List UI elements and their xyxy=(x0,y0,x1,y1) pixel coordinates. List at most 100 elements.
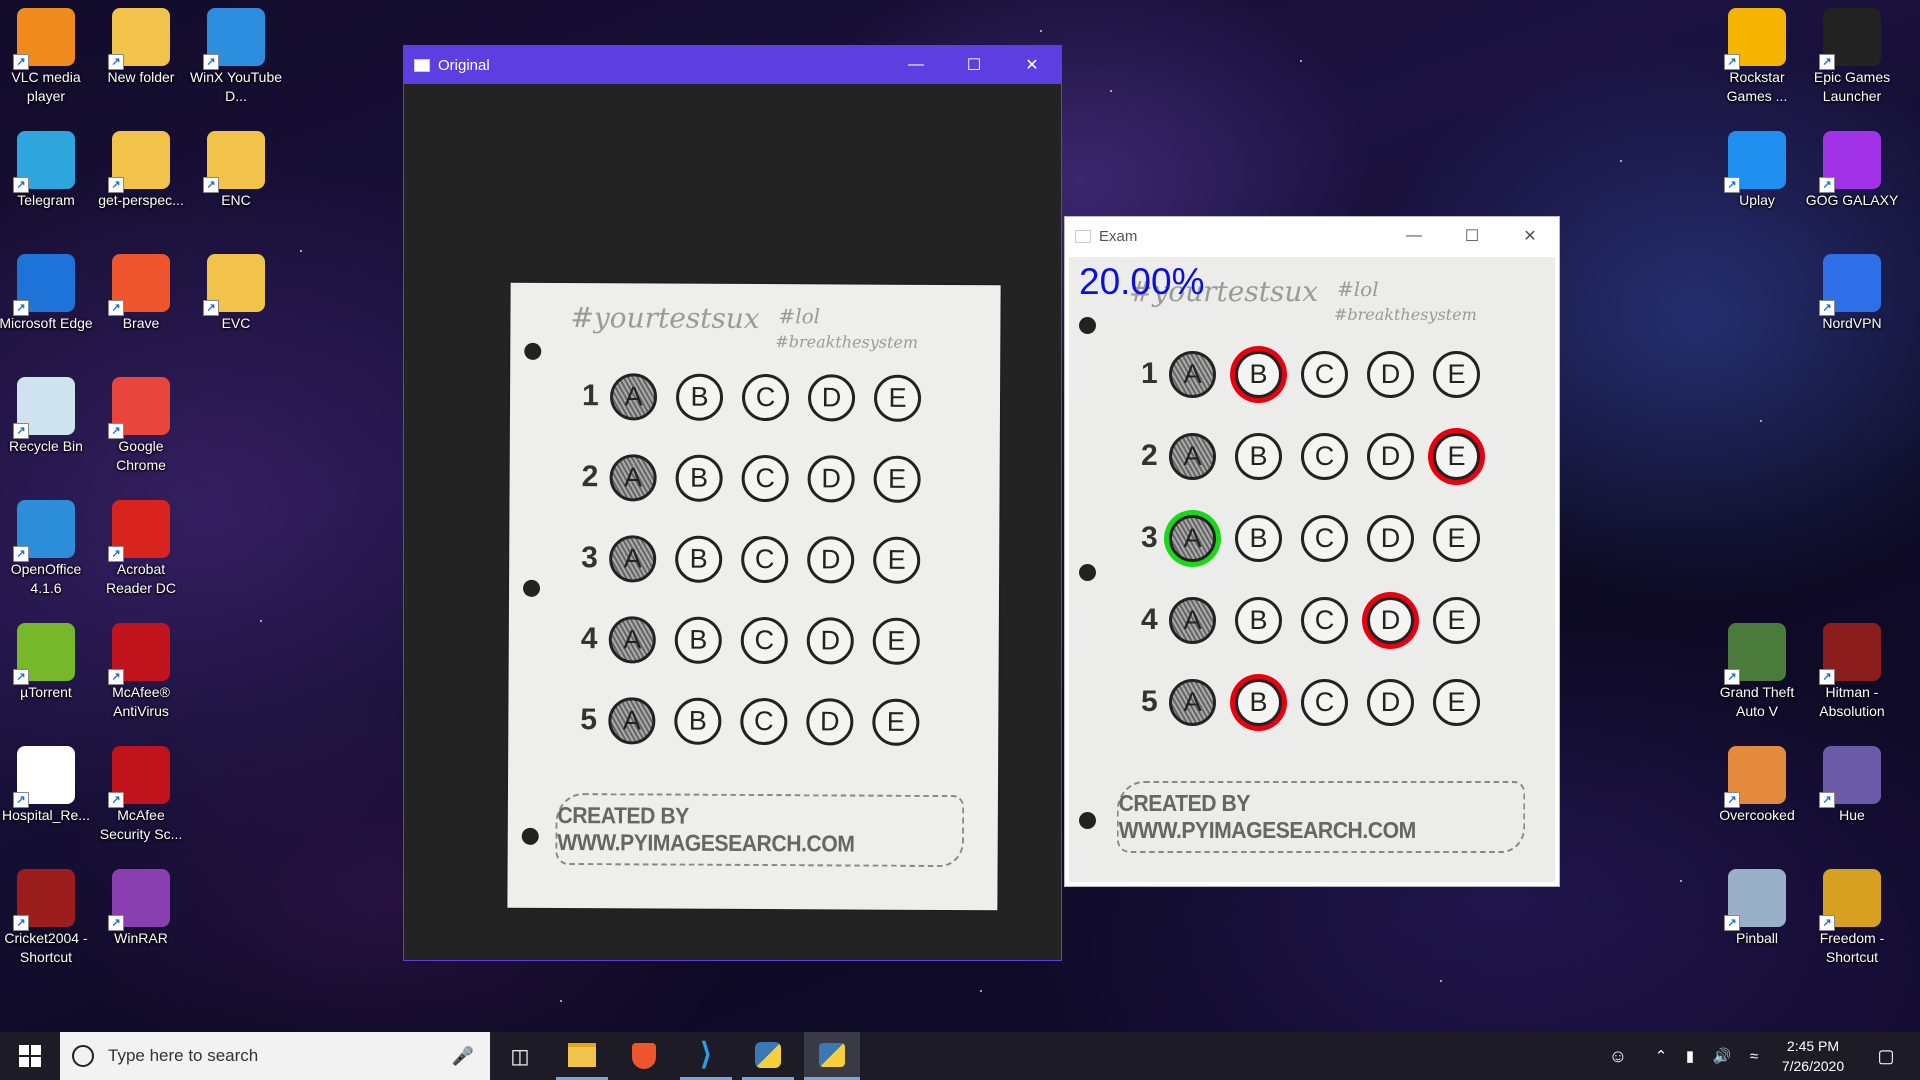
search-box[interactable]: Type here to search 🎤 xyxy=(60,1032,490,1080)
desktop-icon[interactable]: ↗ Hue xyxy=(1805,740,1899,838)
footer-credit: CREATED BY WWW.PYIMAGESEARCH.COM xyxy=(555,792,965,868)
original-titlebar[interactable]: Original — ☐ ✕ xyxy=(404,46,1061,84)
desktop-icon[interactable]: ↗ Hospital_Re... xyxy=(0,740,93,838)
shortcut-arrow-icon: ↗ xyxy=(108,669,124,685)
overcooked-chef-icon: ↗ xyxy=(1724,746,1786,808)
taskbar-app-python-window[interactable] xyxy=(804,1032,860,1080)
clock[interactable]: 2:45 PM 7/26/2020 xyxy=(1772,1032,1854,1080)
desktop-icon[interactable]: ↗ WinX YouTube D... xyxy=(189,2,283,104)
maximize-button[interactable]: ☐ xyxy=(945,46,1003,84)
original-window[interactable]: Original — ☐ ✕ #yourtestsux #lol #breakthe… xyxy=(403,45,1062,961)
taskbar-app-python-idle[interactable] xyxy=(742,1032,794,1080)
battery-icon[interactable]: ▮ xyxy=(1676,1032,1704,1080)
taskbar-app-brave[interactable] xyxy=(618,1032,670,1080)
taskbar-app-file-explorer[interactable] xyxy=(556,1032,608,1080)
alignment-dot xyxy=(1079,812,1096,829)
answer-bubble: D xyxy=(1367,679,1414,726)
question-number: 2 xyxy=(1141,439,1158,472)
answer-bubble: A xyxy=(609,454,657,502)
window-app-icon xyxy=(1075,229,1091,243)
desktop-icon[interactable]: ↗ OpenOffice 4.1.6 xyxy=(0,494,93,596)
desktop-icon-label: Freedom - Shortcut xyxy=(1819,930,1885,965)
answer-bubble: D xyxy=(807,536,855,584)
desktop-icon[interactable]: ↗ NordVPN xyxy=(1805,248,1899,346)
answer-bubble: E xyxy=(1433,515,1480,562)
desktop-icon[interactable]: ↗ Grand Theft Auto V xyxy=(1710,617,1804,719)
shortcut-arrow-icon: ↗ xyxy=(108,792,124,808)
desktop-icon[interactable]: ↗ Overcooked xyxy=(1710,740,1804,838)
exam-titlebar[interactable]: Exam — ☐ ✕ xyxy=(1065,217,1559,255)
minimize-button[interactable]: — xyxy=(887,46,945,84)
original-image-canvas: #yourtestsux #lol #breakthesystem 1 A B C D E 2 A B… xyxy=(404,84,1061,960)
answer-bubble: E xyxy=(1433,679,1480,726)
desktop-icon[interactable]: ↗ WinRAR xyxy=(94,863,188,961)
answer-bubble: B xyxy=(674,697,722,745)
desktop-icon[interactable]: ↗ Hitman - Absolution xyxy=(1805,617,1899,719)
question-number: 5 xyxy=(580,703,598,737)
search-placeholder: Type here to search xyxy=(108,1046,259,1065)
desktop-icon[interactable]: ↗ Telegram xyxy=(0,125,93,223)
shortcut-arrow-icon: ↗ xyxy=(1819,54,1835,70)
freedom-torch-icon: ↗ xyxy=(1819,869,1881,931)
alignment-dot xyxy=(521,827,539,845)
desktop-icon[interactable]: ↗ µTorrent xyxy=(0,617,93,715)
window-title: Original xyxy=(438,56,490,74)
desktop-icon[interactable]: ↗ Microsoft Edge xyxy=(0,248,93,346)
desktop-icon[interactable]: ↗ Recycle Bin xyxy=(0,371,93,469)
gta-v-icon: ↗ xyxy=(1724,623,1786,685)
pdf-folder-icon: ↗ xyxy=(203,131,265,193)
taskbar-app-vscode[interactable]: ⟩ xyxy=(680,1032,732,1080)
mcafee-shield-icon: ↗ xyxy=(108,623,170,685)
maximize-button[interactable]: ☐ xyxy=(1443,217,1501,255)
answer-bubble: B xyxy=(1235,433,1282,480)
shortcut-arrow-icon: ↗ xyxy=(13,423,29,439)
desktop-icon[interactable]: ↗ Epic Games Launcher xyxy=(1805,2,1899,104)
desktop-icon[interactable]: ↗ Cricket2004 - Shortcut xyxy=(0,863,93,965)
minimize-button[interactable]: — xyxy=(1385,217,1443,255)
answer-bubble: A xyxy=(1169,351,1216,398)
footer-credit: CREATED BY WWW.PYIMAGESEARCH.COM xyxy=(1116,781,1526,853)
desktop-icon[interactable]: ↗ get-perspec... xyxy=(94,125,188,223)
desktop-icon[interactable]: ↗ ENC xyxy=(189,125,283,223)
desktop-icon[interactable]: ↗ Brave xyxy=(94,248,188,346)
answer-bubble: E xyxy=(1433,597,1480,644)
desktop-icon[interactable]: ↗ EVC xyxy=(189,248,283,346)
desktop-icon[interactable]: ↗ GOG GALAXY xyxy=(1805,125,1899,223)
microphone-icon[interactable]: 🎤 xyxy=(452,1046,474,1067)
gog-galaxy-ring-icon: ↗ xyxy=(1819,131,1881,193)
pinball-icon: ↗ xyxy=(1724,869,1786,931)
notifications-icon[interactable]: ▢ xyxy=(1866,1032,1906,1080)
search-icon xyxy=(72,1045,94,1067)
desktop-icon[interactable]: ↗ Google Chrome xyxy=(94,371,188,473)
answer-bubble: B xyxy=(1235,351,1282,398)
desktop-icon[interactable]: ↗ Uplay xyxy=(1710,125,1804,223)
shortcut-arrow-icon: ↗ xyxy=(13,669,29,685)
shortcut-arrow-icon: ↗ xyxy=(108,423,124,439)
desktop-icon[interactable]: ↗ Freedom - Shortcut xyxy=(1805,863,1899,965)
desktop-icon[interactable]: ↗ Rockstar Games ... xyxy=(1710,2,1804,104)
handwritten-lol: #lol xyxy=(778,304,821,329)
exam-window[interactable]: Exam — ☐ ✕ #yourtestsux #lol #breakthesyst… xyxy=(1064,216,1560,887)
desktop-icon[interactable]: ↗ McAfee® AntiVirus xyxy=(94,617,188,719)
desktop-icon[interactable]: ↗ Acrobat Reader DC xyxy=(94,494,188,596)
desktop-icon-label: Hospital_Re... xyxy=(2,807,90,823)
people-icon[interactable]: ☺ xyxy=(1600,1032,1636,1080)
task-view-button[interactable]: ◫ xyxy=(496,1032,544,1080)
shortcut-arrow-icon: ↗ xyxy=(13,915,29,931)
close-button[interactable]: ✕ xyxy=(1501,217,1559,255)
desktop-icon-label: Hitman - Absolution xyxy=(1819,684,1885,719)
shortcut-arrow-icon: ↗ xyxy=(203,54,219,70)
show-hidden-icons-chevron-up-icon[interactable]: ⌃ xyxy=(1648,1032,1674,1080)
desktop-icon[interactable]: ↗ VLC media player xyxy=(0,2,93,104)
desktop-icon[interactable]: ↗ New folder xyxy=(94,2,188,100)
question-number: 1 xyxy=(1141,357,1158,390)
chrome-icon: ↗ xyxy=(108,377,170,439)
desktop-icon-label: Google Chrome xyxy=(116,438,166,473)
desktop-icon[interactable]: ↗ McAfee Security Sc... xyxy=(94,740,188,842)
handwritten-lol: #lol xyxy=(1337,277,1379,301)
desktop-icon[interactable]: ↗ Pinball xyxy=(1710,863,1804,961)
start-button[interactable] xyxy=(0,1032,60,1080)
close-button[interactable]: ✕ xyxy=(1003,46,1061,84)
volume-icon[interactable]: 🔊 xyxy=(1708,1032,1736,1080)
wifi-icon[interactable]: ≈ xyxy=(1740,1032,1768,1080)
